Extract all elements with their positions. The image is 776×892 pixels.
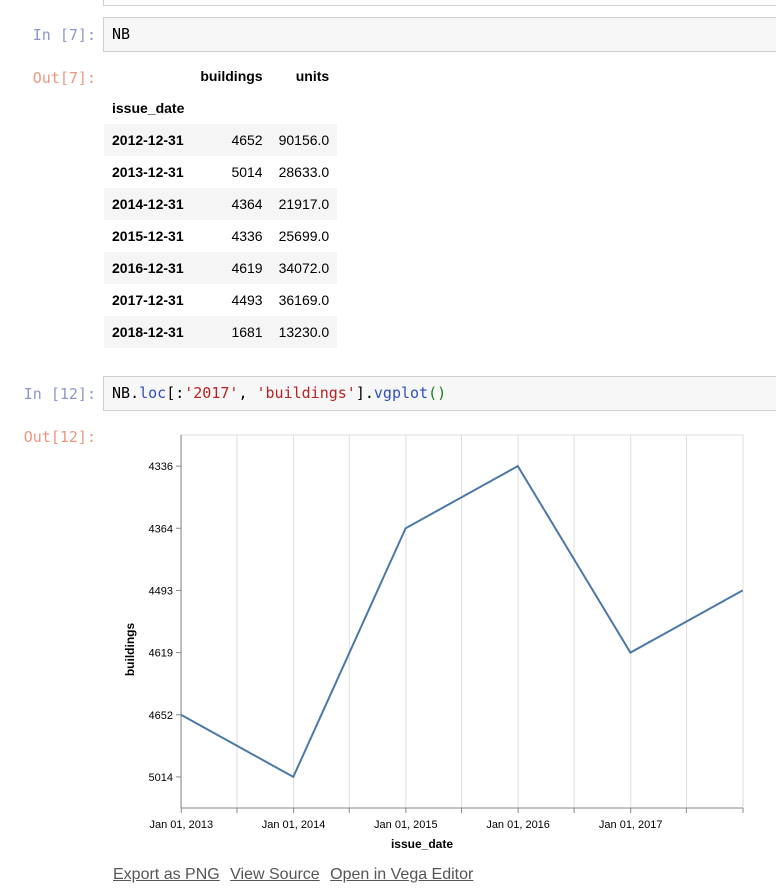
index-cell: 2013-12-31	[112, 164, 184, 180]
units-cell: 28633.0	[278, 164, 330, 180]
code-token-parens: ()	[428, 384, 447, 402]
index-cell: 2016-12-31	[112, 260, 184, 276]
y-tick-label: 4364	[149, 523, 173, 535]
code-token-string: '2017'	[184, 384, 239, 402]
code-cell-12[interactable]: NB.loc[:'2017', 'buildings'].vgplot()	[103, 376, 776, 411]
index-cell: 2014-12-31	[112, 196, 184, 212]
y-tick-label: 4493	[149, 585, 173, 597]
x-tick-label: Jan 01, 2014	[262, 819, 326, 831]
x-axis-title: issue_date	[391, 837, 453, 851]
column-header-units: units	[295, 68, 330, 84]
x-axis: Jan 01, 2013 Jan 01, 2014 Jan 01, 2015 Jan …	[149, 807, 744, 831]
table-row: 2013-12-31 5014 28633.0	[104, 156, 337, 188]
buildings-cell: 5014	[231, 164, 263, 180]
code-token-prop: loc	[139, 384, 167, 402]
code-token-dot: .	[130, 384, 140, 402]
code-token-string: 'buildings'	[256, 384, 356, 402]
vega-actions: Export as PNG View Source Open in Vega E…	[113, 866, 479, 884]
buildings-cell: 1681	[231, 324, 263, 340]
code-token-bracket: [:	[166, 384, 185, 402]
code-token-bracket: ].	[355, 384, 374, 402]
y-axis: 4336 4364 4493 4619 4652 5014	[149, 435, 182, 808]
buildings-cell: 4619	[231, 260, 263, 276]
vega-line-chart: 433643644493461946525014 Jan 01, 2013 Jan…	[123, 434, 744, 851]
open-vega-editor-link[interactable]: Open in Vega Editor	[330, 866, 473, 883]
code-token-method: vgplot	[373, 384, 429, 402]
units-cell: 21917.0	[278, 196, 330, 212]
output-prompt-7: Out[7]:	[32, 69, 96, 87]
units-cell: 36169.0	[278, 292, 330, 308]
table-row: 2015-12-31 4336 25699.0	[104, 220, 337, 252]
y-tick-label: 5014	[149, 772, 173, 784]
table-row: 2017-12-31 4493 36169.0	[104, 284, 337, 316]
column-header-buildings: buildings	[200, 68, 263, 84]
units-cell: 25699.0	[278, 228, 330, 244]
table-row: 2016-12-31 4619 34072.0	[104, 252, 338, 284]
y-tick-label: 4336	[149, 461, 173, 473]
buildings-cell: 4364	[231, 196, 263, 212]
index-cell: 2015-12-31	[112, 228, 184, 244]
dataframe-table: buildings units issue_date 2012-12-31 465…	[104, 60, 338, 348]
view-source-link[interactable]: View Source	[230, 866, 320, 883]
output-prompt-12: Out[12]:	[23, 428, 96, 446]
x-tick-label: Jan 01, 2017	[599, 819, 663, 831]
index-cell: 2018-12-31	[112, 324, 184, 340]
code-token-var: NB	[112, 384, 131, 402]
y-tick-label: 4619	[149, 648, 173, 660]
input-prompt-7: In [7]:	[32, 26, 96, 44]
buildings-cell: 4652	[231, 132, 263, 148]
code-token-comma: ,	[238, 384, 257, 402]
export-png-link[interactable]: Export as PNG	[113, 866, 220, 883]
buildings-cell: 4336	[231, 228, 263, 244]
code-cell-7[interactable]: NB	[103, 17, 776, 52]
previous-cell-output-border	[103, 0, 776, 6]
index-name-header: issue_date	[112, 100, 185, 116]
y-axis-title: buildings	[123, 623, 137, 677]
index-cell: 2012-12-31	[112, 132, 184, 148]
x-tick-label: Jan 01, 2015	[374, 819, 438, 831]
corner-cell	[104, 60, 192, 92]
table-row: 2012-12-31 4652 90156.0	[104, 124, 338, 156]
table-row: 2018-12-31 1681 13230.0	[104, 316, 338, 348]
units-cell: 13230.0	[278, 324, 330, 340]
index-cell: 2017-12-31	[112, 292, 184, 308]
units-cell: 90156.0	[278, 132, 330, 148]
code-text: NB	[112, 25, 131, 43]
x-tick-label: Jan 01, 2016	[486, 819, 550, 831]
chart-grid	[180, 434, 744, 809]
units-cell: 34072.0	[278, 260, 330, 276]
y-tick-label: 4652	[149, 710, 173, 722]
buildings-cell: 4493	[231, 292, 263, 308]
table-row: 2014-12-31 4364 21917.0	[104, 188, 338, 220]
input-prompt-12: In [12]:	[23, 385, 96, 403]
x-tick-label: Jan 01, 2013	[149, 819, 213, 831]
